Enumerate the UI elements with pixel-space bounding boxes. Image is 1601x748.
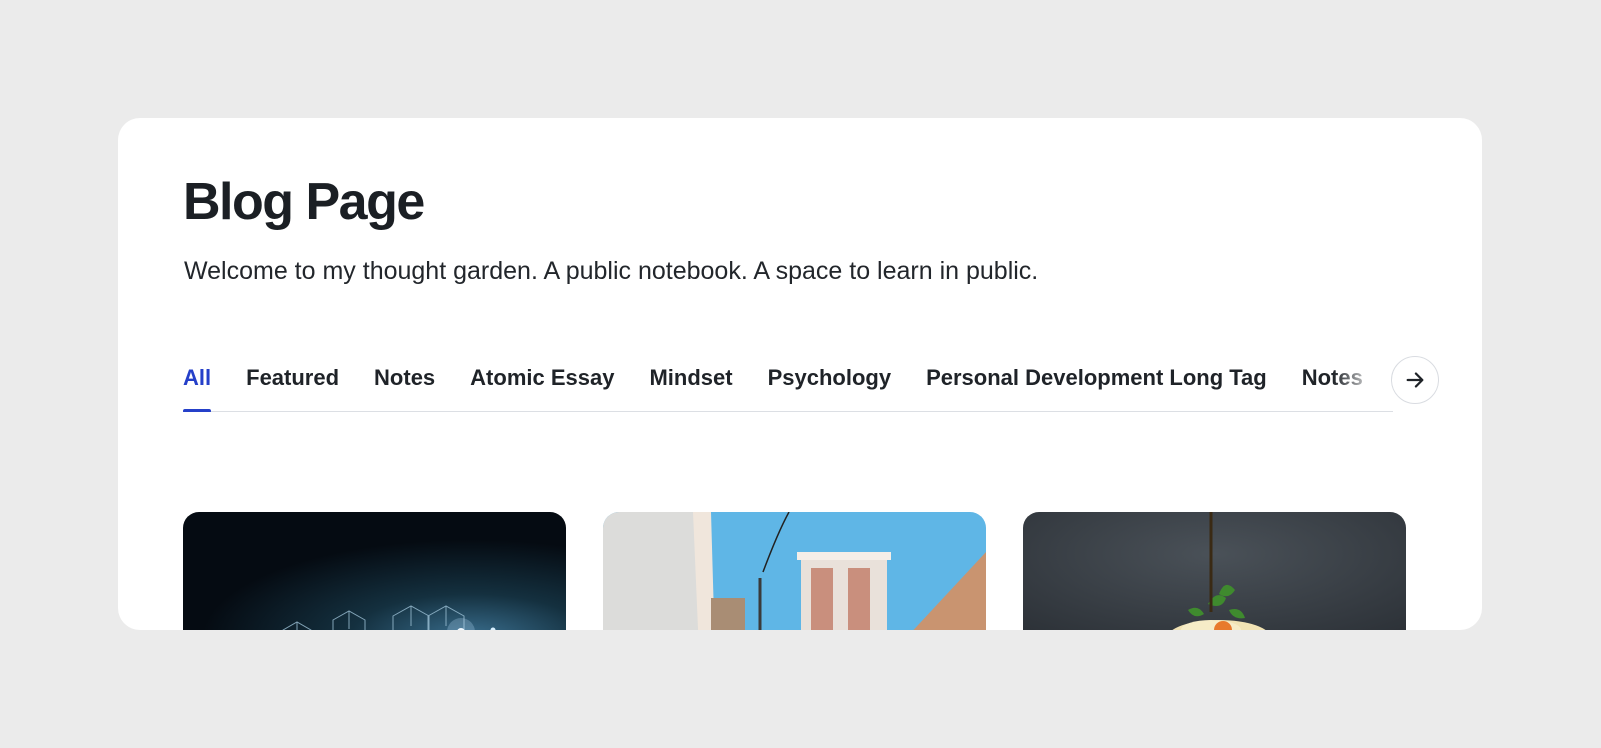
arrow-right-icon (1406, 372, 1424, 388)
tab-list: All Featured Notes Atomic Essay Mindset Psych… (183, 352, 1393, 412)
post-grid (183, 512, 1406, 630)
page-title: Blog Page (183, 173, 425, 231)
tab-mindset[interactable]: Mindset (649, 352, 732, 412)
food-dish-dark-background-image (1023, 512, 1406, 630)
dark-geometric-lights-image (183, 512, 566, 630)
page-subtitle: Welcome to my thought garden. A public n… (184, 257, 1039, 285)
post-card-2[interactable] (603, 512, 986, 630)
tab-all[interactable]: All (183, 352, 212, 412)
category-tabs: All Featured Notes Atomic Essay Mindset Psych… (183, 352, 1393, 412)
post-card-3[interactable] (1023, 512, 1406, 630)
tab-personal-development-long-tag[interactable]: Personal Development Long Tag (926, 352, 1267, 412)
tab-notes[interactable]: Notes (374, 352, 435, 412)
tab-notes-2[interactable]: Notes (1302, 352, 1363, 412)
tabs-scroll-right-button[interactable] (1391, 356, 1439, 404)
tab-psychology[interactable]: Psychology (768, 352, 891, 412)
tab-atomic-essay[interactable]: Atomic Essay (470, 352, 614, 412)
white-buildings-blue-sky-image (603, 512, 986, 630)
blog-card: Blog Page Welcome to my thought garden. … (118, 118, 1482, 630)
tab-featured[interactable]: Featured (246, 352, 339, 412)
post-card-1[interactable] (183, 512, 566, 630)
